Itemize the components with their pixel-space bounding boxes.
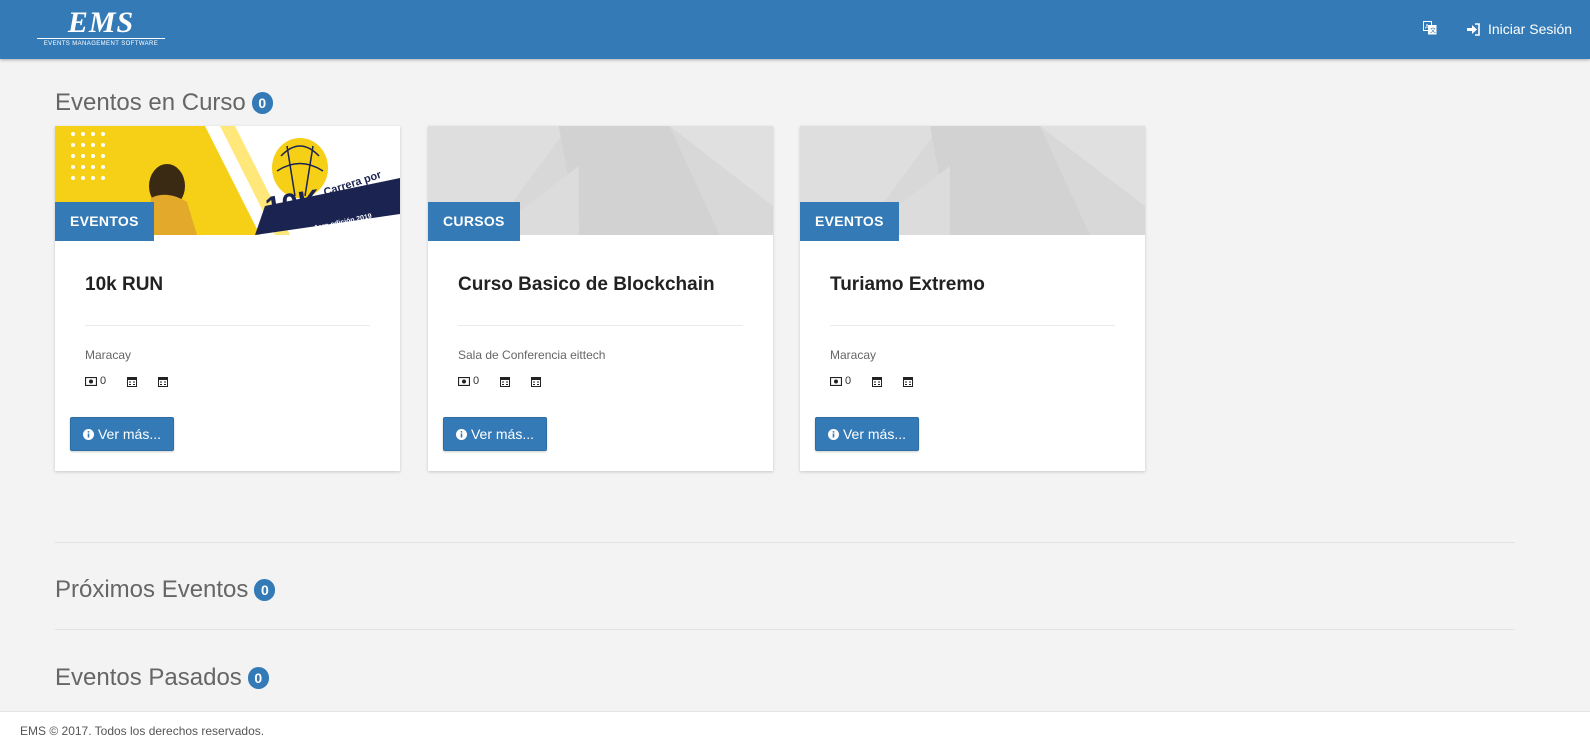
- svg-text:文: 文: [1430, 27, 1436, 35]
- price-value: 0: [845, 375, 852, 387]
- calendar-icon: [872, 376, 883, 387]
- card-divider: [85, 325, 370, 326]
- calendar-icon: [127, 376, 138, 387]
- price-item: 0: [458, 375, 479, 387]
- card-location: Sala de Conferencia eittech: [458, 348, 606, 362]
- category-tag: CURSOS: [428, 202, 520, 241]
- section-divider: [55, 629, 1515, 630]
- section-divider: [55, 542, 1515, 543]
- price-value: 0: [100, 375, 107, 387]
- money-icon: [458, 376, 470, 386]
- section-title-past: Eventos Pasados 0: [55, 662, 269, 694]
- price-item: 0: [85, 375, 106, 387]
- calendar-icon: [903, 376, 914, 387]
- info-circle-icon: [455, 428, 467, 440]
- language-icon[interactable]: A 文: [1423, 21, 1439, 37]
- footer: EMS © 2017. Todos los derechos reservado…: [0, 711, 1590, 740]
- calendar-icon: [531, 376, 542, 387]
- price-value: 0: [473, 375, 480, 387]
- calendar-icon: [500, 376, 511, 387]
- footer-copyright: EMS © 2017. Todos los derechos reservado…: [20, 724, 265, 738]
- button-label: Ver más...: [842, 426, 907, 442]
- event-card: EVENTOS Turiamo Extremo Maracay 0 Ver má…: [800, 126, 1145, 471]
- section-title-text: Eventos en Curso: [55, 89, 246, 116]
- card-title[interactable]: Curso Basico de Blockchain: [458, 274, 715, 296]
- login-link[interactable]: Iniciar Sesión: [1467, 18, 1572, 40]
- info-circle-icon: [827, 428, 839, 440]
- ems-logo[interactable]: EMS EVENTS MANAGEMENT SOFTWARE: [36, 6, 166, 51]
- card-divider: [458, 325, 743, 326]
- count-badge: 0: [254, 579, 276, 601]
- ver-mas-button[interactable]: Ver más...: [815, 417, 919, 451]
- top-navbar: EMS EVENTS MANAGEMENT SOFTWARE A 文 Inici…: [0, 0, 1590, 59]
- ver-mas-button[interactable]: Ver más...: [70, 417, 174, 451]
- category-tag: EVENTOS: [800, 202, 899, 241]
- price-item: 0: [830, 375, 851, 387]
- button-label: Ver más...: [470, 426, 535, 442]
- count-badge: 0: [251, 92, 273, 114]
- ver-mas-button[interactable]: Ver más...: [443, 417, 547, 451]
- card-location: Maracay: [85, 348, 132, 362]
- sign-in-icon: [1467, 22, 1480, 36]
- section-title-text: Eventos Pasados: [55, 664, 242, 691]
- category-tag: EVENTOS: [55, 202, 154, 241]
- card-location: Maracay: [830, 348, 877, 362]
- calendar-icon: [158, 376, 169, 387]
- money-icon: [830, 376, 842, 386]
- event-card: 10K Carrera por MARACAY 1era edición 201…: [55, 126, 400, 471]
- login-label: Iniciar Sesión: [1488, 21, 1573, 37]
- card-meta: 0: [830, 375, 934, 387]
- section-title-current: Eventos en Curso 0: [55, 87, 273, 119]
- logo-text: EMS: [67, 6, 135, 39]
- card-divider: [830, 325, 1115, 326]
- card-meta: 0: [458, 375, 562, 387]
- card-title[interactable]: 10k RUN: [85, 274, 163, 296]
- section-title-text: Próximos Eventos: [55, 576, 249, 603]
- event-card: CURSOS Curso Basico de Blockchain Sala d…: [428, 126, 773, 471]
- logo-subtitle: EVENTS MANAGEMENT SOFTWARE: [43, 41, 159, 47]
- count-badge: 0: [247, 667, 269, 689]
- card-title[interactable]: Turiamo Extremo: [830, 274, 985, 296]
- info-circle-icon: [82, 428, 94, 440]
- card-meta: 0: [85, 375, 189, 387]
- section-title-upcoming: Próximos Eventos 0: [55, 574, 276, 606]
- button-label: Ver más...: [97, 426, 162, 442]
- money-icon: [85, 376, 97, 386]
